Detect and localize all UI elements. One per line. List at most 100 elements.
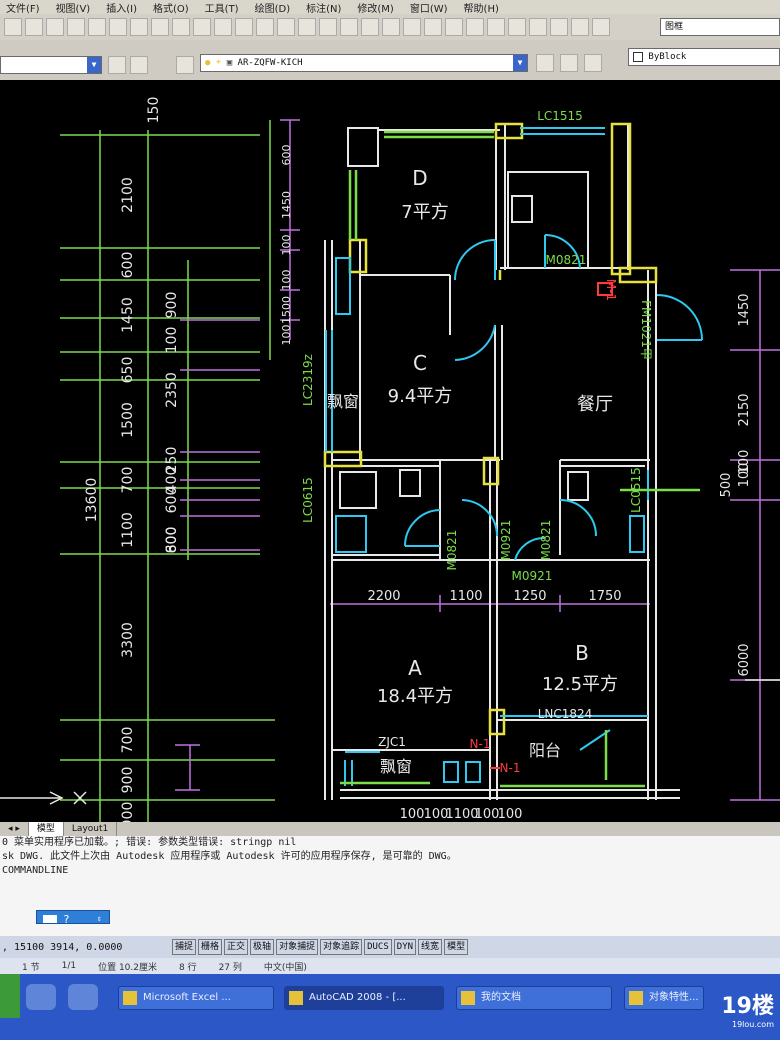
toolbar-button-icon[interactable] bbox=[424, 18, 442, 36]
word-status-4: 27 列 bbox=[218, 962, 242, 973]
browser-icon[interactable] bbox=[68, 984, 98, 1010]
toolbar-button-icon[interactable] bbox=[277, 18, 295, 36]
task-properties[interactable]: 对象特性... bbox=[624, 986, 704, 1010]
door-window-label: M0821 bbox=[445, 530, 459, 571]
status-toggle-2[interactable]: 正交 bbox=[224, 939, 249, 955]
menu-item-1[interactable]: 视图(V) bbox=[56, 0, 91, 15]
word-status-0: 1 节 bbox=[22, 962, 40, 973]
menu-item-0[interactable]: 文件(F) bbox=[6, 0, 40, 15]
toolbar-button-icon[interactable] bbox=[109, 18, 127, 36]
make-current-icon[interactable] bbox=[536, 54, 554, 72]
tab-nav-arrows[interactable]: ◂ ▸ bbox=[0, 822, 29, 836]
status-toggle-7[interactable]: DYN bbox=[393, 939, 417, 955]
door-window-label: M0821 bbox=[546, 253, 587, 267]
menu-item-7[interactable]: 修改(M) bbox=[357, 0, 393, 15]
toolbar-button-icon[interactable] bbox=[193, 18, 211, 36]
chevron-updown-icon[interactable]: ⇕ bbox=[97, 912, 102, 923]
dimension-label: 1450 bbox=[280, 191, 293, 219]
quicklaunch-icon[interactable] bbox=[26, 984, 56, 1010]
toolbar-button-icon[interactable] bbox=[361, 18, 379, 36]
tab-layout1[interactable]: Layout1 bbox=[64, 822, 118, 836]
folder-icon bbox=[461, 991, 475, 1005]
status-toggle-1[interactable]: 栅格 bbox=[198, 939, 223, 955]
word-status-bar: 1 节 1/1 位置 10.2厘米 8 行 27 列 中文(中国) bbox=[0, 958, 780, 974]
status-toggle-8[interactable]: 线宽 bbox=[418, 939, 443, 955]
task-documents[interactable]: 我的文档 bbox=[456, 986, 612, 1010]
toolbar-button-icon[interactable] bbox=[550, 18, 568, 36]
dimension-label: 6000 bbox=[737, 643, 752, 676]
site-logo: 19楼 19lou.com bbox=[721, 994, 774, 1029]
menu-item-8[interactable]: 窗口(W) bbox=[410, 0, 448, 15]
menu-item-5[interactable]: 绘图(D) bbox=[255, 0, 291, 15]
toolbar-button-icon[interactable] bbox=[592, 18, 610, 36]
door-window-label: LC0515 bbox=[629, 467, 643, 513]
menu-item-3[interactable]: 格式(O) bbox=[153, 0, 189, 15]
toolbar-button-icon[interactable] bbox=[151, 18, 169, 36]
room-area: 7平方 bbox=[401, 202, 448, 223]
dimension-label: 650 bbox=[120, 357, 136, 384]
chevron-down-icon[interactable]: ▼ bbox=[513, 55, 527, 71]
toolbar-button-icon[interactable] bbox=[256, 18, 274, 36]
menu-item-4[interactable]: 工具(T) bbox=[205, 0, 239, 15]
toolbar-button-icon[interactable] bbox=[319, 18, 337, 36]
toolbar-button-icon[interactable] bbox=[529, 18, 547, 36]
text-style-combo[interactable]: 图框 bbox=[660, 18, 780, 36]
toolbar-button-icon[interactable] bbox=[508, 18, 526, 36]
word-status-2: 位置 10.2厘米 bbox=[98, 962, 157, 973]
menu-item-2[interactable]: 插入(I) bbox=[106, 0, 137, 15]
toolbar-button-icon[interactable] bbox=[382, 18, 400, 36]
task-excel[interactable]: Microsoft Excel ... bbox=[118, 986, 274, 1010]
toolbar-button-icon[interactable] bbox=[25, 18, 43, 36]
chevron-down-icon[interactable]: ▼ bbox=[87, 57, 101, 73]
toolbar-button-icon[interactable] bbox=[298, 18, 316, 36]
task-autocad[interactable]: AutoCAD 2008 - [... bbox=[284, 986, 444, 1010]
toolbar-button-icon[interactable] bbox=[445, 18, 463, 36]
color-combo[interactable]: ByBlock bbox=[628, 48, 780, 66]
status-toggle-0[interactable]: 捕捉 bbox=[172, 939, 197, 955]
layer-iso-icon[interactable] bbox=[584, 54, 602, 72]
menu-item-9[interactable]: 帮助(H) bbox=[464, 0, 499, 15]
toolbar-button-icon[interactable] bbox=[571, 18, 589, 36]
toolbar-button-icon[interactable] bbox=[4, 18, 22, 36]
layer-state-icon[interactable] bbox=[108, 56, 126, 74]
toolbar-button-icon[interactable] bbox=[487, 18, 505, 36]
toolbar-button-icon[interactable] bbox=[214, 18, 232, 36]
toolbar-button-icon[interactable] bbox=[67, 18, 85, 36]
dimension-label: 1750 bbox=[588, 589, 621, 604]
drawing-area[interactable]: D 7平方 C 9.4平方 A 18.4平方 B 12.5平方 餐厅 阳台 飘窗 飘窗 LC1515 M0… bbox=[0, 80, 780, 822]
room-area: 9.4平方 bbox=[388, 386, 453, 407]
layer-prev-icon[interactable] bbox=[130, 56, 148, 74]
status-toggle-5[interactable]: 对象追踪 bbox=[320, 939, 363, 955]
dimension-label: 600 bbox=[280, 145, 293, 166]
color-value: ByBlock bbox=[648, 52, 687, 62]
layer-combo[interactable]: ● ☀ ▣ AR-ZQFW-KICH ▼ bbox=[200, 54, 528, 72]
status-toggle-3[interactable]: 极轴 bbox=[250, 939, 275, 955]
toolbar-button-icon[interactable] bbox=[172, 18, 190, 36]
layout-tabs: ◂ ▸ 模型 Layout1 bbox=[0, 822, 780, 836]
door-window-label: M0921 bbox=[499, 520, 513, 561]
tab-model[interactable]: 模型 bbox=[28, 822, 64, 836]
room-name: 餐厅 bbox=[577, 394, 613, 415]
dimension-label: 100 bbox=[280, 235, 293, 256]
toolbar-button-icon[interactable] bbox=[466, 18, 484, 36]
dimension-label: 900 bbox=[120, 767, 136, 794]
status-toggle-6[interactable]: DUCS bbox=[364, 939, 392, 955]
dimension-label: 1250 bbox=[513, 589, 546, 604]
status-toggle-9[interactable]: 模型 bbox=[444, 939, 469, 955]
help-icon[interactable]: ? bbox=[63, 913, 70, 923]
layer-manager-icon[interactable] bbox=[176, 56, 194, 74]
toolbar-button-icon[interactable] bbox=[130, 18, 148, 36]
layer-previous-icon[interactable] bbox=[560, 54, 578, 72]
toolbar-button-icon[interactable] bbox=[235, 18, 253, 36]
toolbar-button-icon[interactable] bbox=[340, 18, 358, 36]
workspace-combo[interactable]: ▼ bbox=[0, 56, 102, 74]
status-toggle-4[interactable]: 对象捕捉 bbox=[276, 939, 319, 955]
toolbar-button-icon[interactable] bbox=[88, 18, 106, 36]
dimension-label: 1450 bbox=[737, 293, 752, 326]
start-button[interactable] bbox=[0, 974, 20, 1018]
toolbar-button-icon[interactable] bbox=[403, 18, 421, 36]
bulb-icon: ● bbox=[205, 58, 211, 68]
menu-item-6[interactable]: 标注(N) bbox=[306, 0, 341, 15]
command-input[interactable]: ? ⇕ bbox=[36, 910, 110, 924]
toolbar-button-icon[interactable] bbox=[46, 18, 64, 36]
